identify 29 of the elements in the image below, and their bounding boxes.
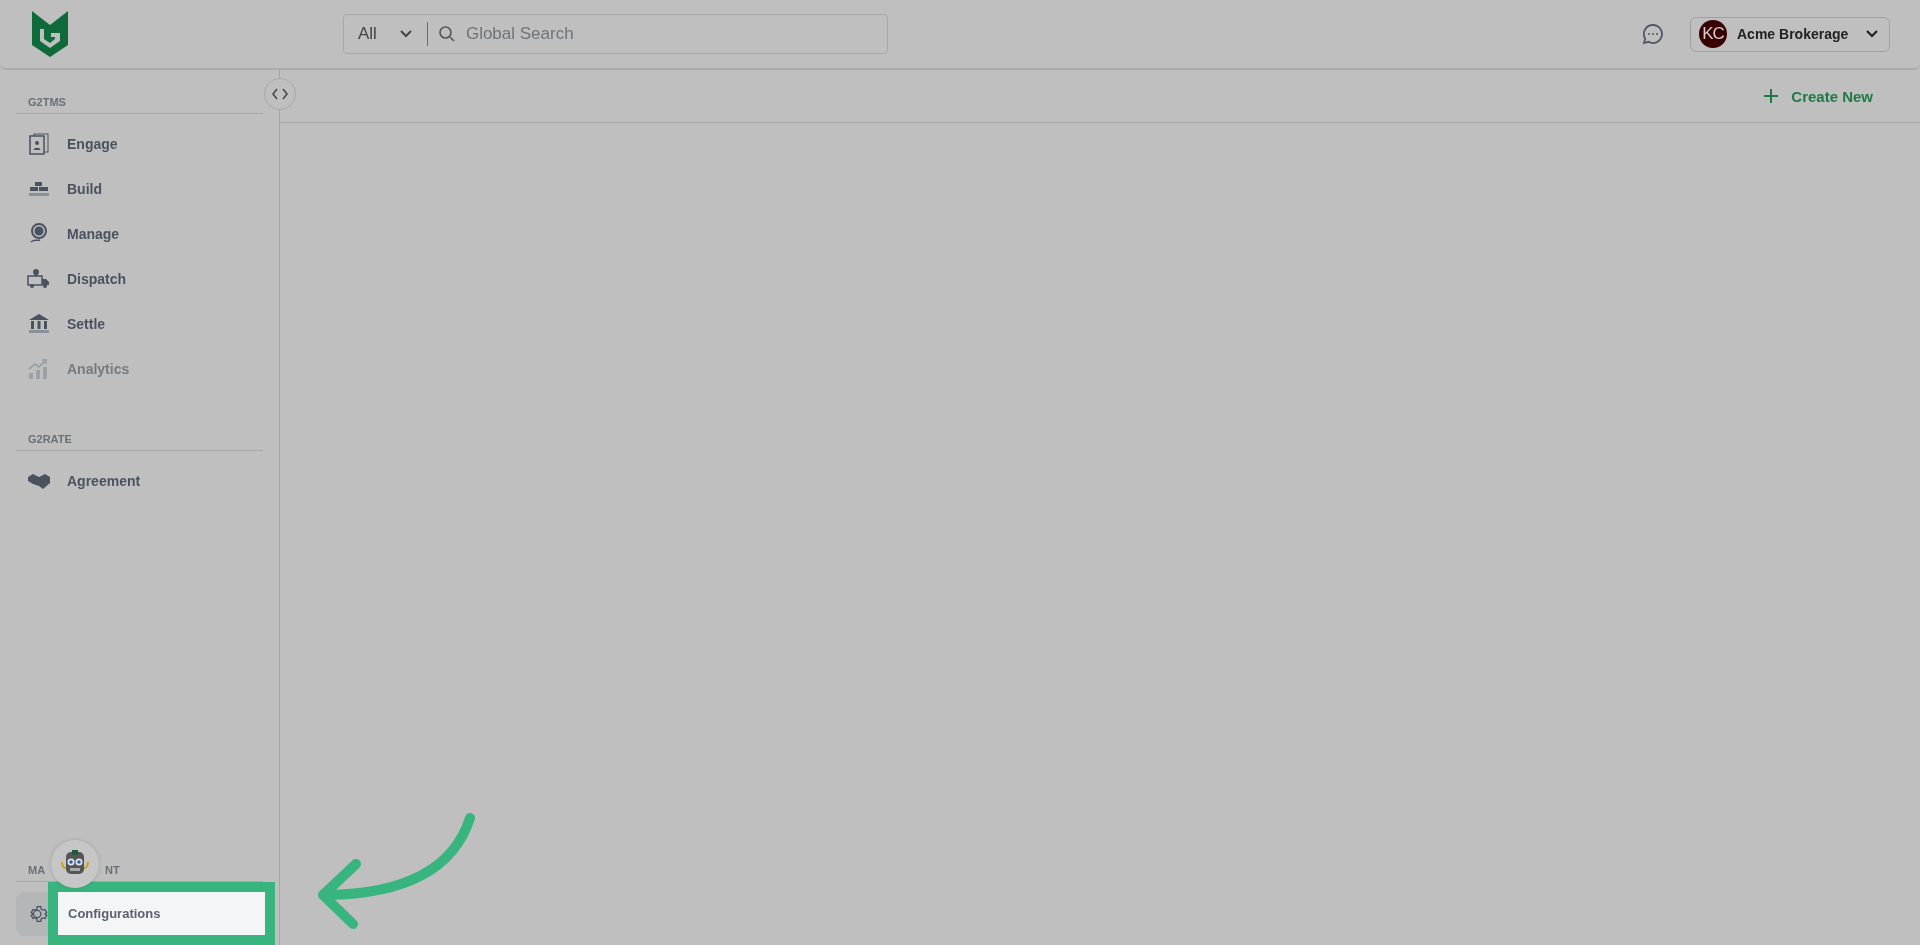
- section-heading: MA: [28, 864, 46, 876]
- sidebar-item[interactable]: Dispatch: [16, 256, 263, 301]
- sidebar-item[interactable]: Settle: [16, 301, 263, 346]
- section-heading: G2RATE: [16, 433, 263, 451]
- collapse-toggle[interactable]: [264, 78, 296, 110]
- account-button[interactable]: KC Acme Brokerage: [1690, 16, 1890, 52]
- section-heading: G2TMS: [16, 96, 263, 114]
- truck-icon: [27, 266, 51, 291]
- search-icon: [437, 25, 456, 43]
- section-heading: NT: [105, 864, 120, 876]
- plus-icon: [1763, 88, 1780, 104]
- sidebar-item[interactable]: Manage: [16, 211, 263, 256]
- settings-icon: [28, 903, 50, 925]
- create-new-button[interactable]: Create New: [1763, 87, 1873, 105]
- search-field[interactable]: All Global Search: [343, 14, 888, 54]
- contact-card-icon: [27, 131, 51, 156]
- assistant-bubble[interactable]: [51, 840, 99, 888]
- avatar: KC: [1699, 20, 1727, 48]
- code-brackets-icon: [272, 88, 288, 100]
- sidebar-item[interactable]: Build: [16, 166, 263, 211]
- sidebar-item[interactable]: Agreement: [16, 458, 263, 503]
- chevron-down-icon: [398, 29, 413, 39]
- sidebar-item[interactable]: Engage: [16, 121, 263, 166]
- bank-icon: [27, 311, 51, 336]
- tooltip: Configurations: [48, 882, 275, 945]
- chevron-down-icon: [1865, 29, 1879, 39]
- chat-icon[interactable]: [1642, 23, 1664, 45]
- scope-dropdown[interactable]: All: [344, 22, 428, 46]
- logo-icon: [30, 9, 70, 59]
